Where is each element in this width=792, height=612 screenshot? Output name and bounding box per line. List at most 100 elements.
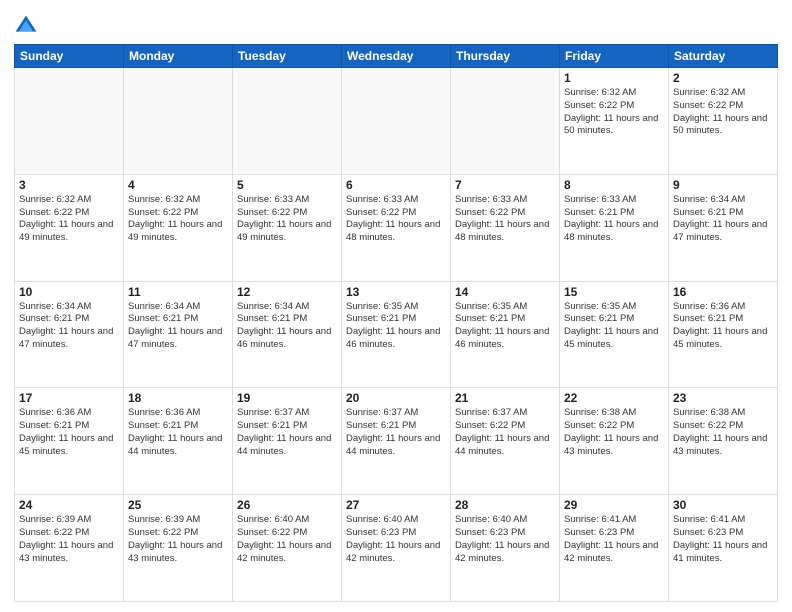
day-number: 14 xyxy=(455,285,555,299)
day-info: Sunrise: 6:33 AM Sunset: 6:21 PM Dayligh… xyxy=(564,194,664,245)
weekday-header-sunday: Sunday xyxy=(15,45,124,68)
day-number: 26 xyxy=(237,498,337,512)
day-number: 30 xyxy=(673,498,773,512)
calendar-cell: 5 Sunrise: 6:33 AM Sunset: 6:22 PM Daylig… xyxy=(233,174,342,281)
day-info: Sunrise: 6:34 AM Sunset: 6:21 PM Dayligh… xyxy=(128,301,228,352)
calendar-cell: 24Sunrise: 6:39 AM Sunset: 6:22 PM Dayli… xyxy=(15,495,124,602)
day-number: 5 xyxy=(237,178,337,192)
calendar-cell: 26 Sunrise: 6:40 AM Sunset: 6:22 PM Dayli… xyxy=(233,495,342,602)
day-info: Sunrise: 6:34 AM Sunset: 6:21 PM Dayligh… xyxy=(19,301,119,352)
day-info: Sunrise: 6:32 AM Sunset: 6:22 PM Dayligh… xyxy=(673,87,773,138)
day-info: Sunrise: 6:37 AM Sunset: 6:22 PM Dayligh… xyxy=(455,407,555,458)
day-number: 27 xyxy=(346,498,446,512)
day-number: 3 xyxy=(19,178,119,192)
day-info: Sunrise: 6:38 AM Sunset: 6:22 PM Dayligh… xyxy=(673,407,773,458)
day-info: Sunrise: 6:40 AM Sunset: 6:23 PM Dayligh… xyxy=(346,514,446,565)
calendar-cell: 3 Sunrise: 6:32 AM Sunset: 6:22 PM Daylig… xyxy=(15,174,124,281)
day-number: 9 xyxy=(673,178,773,192)
calendar-cell: 21 Sunrise: 6:37 AM Sunset: 6:22 PM Dayli… xyxy=(451,388,560,495)
logo-icon xyxy=(14,14,38,38)
weekday-header-thursday: Thursday xyxy=(451,45,560,68)
day-info: Sunrise: 6:32 AM Sunset: 6:22 PM Dayligh… xyxy=(564,87,664,138)
week-row-1: 1 Sunrise: 6:32 AM Sunset: 6:22 PM Daylig… xyxy=(15,68,778,175)
day-info: Sunrise: 6:35 AM Sunset: 6:21 PM Dayligh… xyxy=(455,301,555,352)
day-info: Sunrise: 6:35 AM Sunset: 6:21 PM Dayligh… xyxy=(564,301,664,352)
day-number: 13 xyxy=(346,285,446,299)
day-number: 6 xyxy=(346,178,446,192)
calendar-cell: 16Sunrise: 6:36 AM Sunset: 6:21 PM Dayli… xyxy=(669,281,778,388)
day-number: 29 xyxy=(564,498,664,512)
day-number: 8 xyxy=(564,178,664,192)
calendar-cell xyxy=(124,68,233,175)
calendar-cell: 18 Sunrise: 6:36 AM Sunset: 6:21 PM Dayli… xyxy=(124,388,233,495)
day-info: Sunrise: 6:33 AM Sunset: 6:22 PM Dayligh… xyxy=(455,194,555,245)
weekday-header-monday: Monday xyxy=(124,45,233,68)
day-info: Sunrise: 6:34 AM Sunset: 6:21 PM Dayligh… xyxy=(237,301,337,352)
day-info: Sunrise: 6:33 AM Sunset: 6:22 PM Dayligh… xyxy=(237,194,337,245)
calendar-cell: 20 Sunrise: 6:37 AM Sunset: 6:21 PM Dayli… xyxy=(342,388,451,495)
day-info: Sunrise: 6:41 AM Sunset: 6:23 PM Dayligh… xyxy=(673,514,773,565)
weekday-header-tuesday: Tuesday xyxy=(233,45,342,68)
day-number: 21 xyxy=(455,391,555,405)
calendar-cell: 19 Sunrise: 6:37 AM Sunset: 6:21 PM Dayli… xyxy=(233,388,342,495)
calendar-cell: 9 Sunrise: 6:34 AM Sunset: 6:21 PM Daylig… xyxy=(669,174,778,281)
calendar-cell: 6 Sunrise: 6:33 AM Sunset: 6:22 PM Daylig… xyxy=(342,174,451,281)
day-info: Sunrise: 6:36 AM Sunset: 6:21 PM Dayligh… xyxy=(128,407,228,458)
calendar: SundayMondayTuesdayWednesdayThursdayFrid… xyxy=(14,44,778,602)
weekday-header-saturday: Saturday xyxy=(669,45,778,68)
page: SundayMondayTuesdayWednesdayThursdayFrid… xyxy=(0,0,792,612)
day-number: 1 xyxy=(564,71,664,85)
day-info: Sunrise: 6:32 AM Sunset: 6:22 PM Dayligh… xyxy=(19,194,119,245)
calendar-cell: 1 Sunrise: 6:32 AM Sunset: 6:22 PM Daylig… xyxy=(560,68,669,175)
header xyxy=(14,10,778,38)
day-info: Sunrise: 6:35 AM Sunset: 6:21 PM Dayligh… xyxy=(346,301,446,352)
calendar-cell: 13 Sunrise: 6:35 AM Sunset: 6:21 PM Dayli… xyxy=(342,281,451,388)
calendar-cell: 8 Sunrise: 6:33 AM Sunset: 6:21 PM Daylig… xyxy=(560,174,669,281)
weekday-header-row: SundayMondayTuesdayWednesdayThursdayFrid… xyxy=(15,45,778,68)
day-number: 7 xyxy=(455,178,555,192)
day-info: Sunrise: 6:40 AM Sunset: 6:23 PM Dayligh… xyxy=(455,514,555,565)
week-row-4: 17 Sunrise: 6:36 AM Sunset: 6:21 PM Dayli… xyxy=(15,388,778,495)
calendar-cell: 14 Sunrise: 6:35 AM Sunset: 6:21 PM Dayli… xyxy=(451,281,560,388)
day-info: Sunrise: 6:34 AM Sunset: 6:21 PM Dayligh… xyxy=(673,194,773,245)
calendar-cell: 10 Sunrise: 6:34 AM Sunset: 6:21 PM Dayli… xyxy=(15,281,124,388)
day-number: 23 xyxy=(673,391,773,405)
week-row-5: 24Sunrise: 6:39 AM Sunset: 6:22 PM Dayli… xyxy=(15,495,778,602)
weekday-header-friday: Friday xyxy=(560,45,669,68)
calendar-cell: 7 Sunrise: 6:33 AM Sunset: 6:22 PM Daylig… xyxy=(451,174,560,281)
day-info: Sunrise: 6:36 AM Sunset: 6:21 PM Dayligh… xyxy=(19,407,119,458)
calendar-cell: 2 Sunrise: 6:32 AM Sunset: 6:22 PM Daylig… xyxy=(669,68,778,175)
calendar-cell: 30 Sunrise: 6:41 AM Sunset: 6:23 PM Dayli… xyxy=(669,495,778,602)
logo xyxy=(14,14,42,38)
day-number: 18 xyxy=(128,391,228,405)
day-number: 4 xyxy=(128,178,228,192)
day-number: 20 xyxy=(346,391,446,405)
calendar-cell: 17 Sunrise: 6:36 AM Sunset: 6:21 PM Dayli… xyxy=(15,388,124,495)
day-info: Sunrise: 6:32 AM Sunset: 6:22 PM Dayligh… xyxy=(128,194,228,245)
day-info: Sunrise: 6:33 AM Sunset: 6:22 PM Dayligh… xyxy=(346,194,446,245)
week-row-3: 10 Sunrise: 6:34 AM Sunset: 6:21 PM Dayli… xyxy=(15,281,778,388)
calendar-cell xyxy=(15,68,124,175)
calendar-cell: 29Sunrise: 6:41 AM Sunset: 6:23 PM Dayli… xyxy=(560,495,669,602)
day-number: 19 xyxy=(237,391,337,405)
calendar-cell: 11Sunrise: 6:34 AM Sunset: 6:21 PM Dayli… xyxy=(124,281,233,388)
weekday-header-wednesday: Wednesday xyxy=(342,45,451,68)
day-number: 28 xyxy=(455,498,555,512)
day-info: Sunrise: 6:37 AM Sunset: 6:21 PM Dayligh… xyxy=(346,407,446,458)
calendar-cell xyxy=(451,68,560,175)
day-number: 25 xyxy=(128,498,228,512)
calendar-cell: 25 Sunrise: 6:39 AM Sunset: 6:22 PM Dayli… xyxy=(124,495,233,602)
day-info: Sunrise: 6:37 AM Sunset: 6:21 PM Dayligh… xyxy=(237,407,337,458)
day-info: Sunrise: 6:38 AM Sunset: 6:22 PM Dayligh… xyxy=(564,407,664,458)
calendar-cell: 15Sunrise: 6:35 AM Sunset: 6:21 PM Dayli… xyxy=(560,281,669,388)
day-info: Sunrise: 6:39 AM Sunset: 6:22 PM Dayligh… xyxy=(128,514,228,565)
day-number: 22 xyxy=(564,391,664,405)
day-info: Sunrise: 6:40 AM Sunset: 6:22 PM Dayligh… xyxy=(237,514,337,565)
calendar-cell: 27 Sunrise: 6:40 AM Sunset: 6:23 PM Dayli… xyxy=(342,495,451,602)
week-row-2: 3 Sunrise: 6:32 AM Sunset: 6:22 PM Daylig… xyxy=(15,174,778,281)
day-number: 10 xyxy=(19,285,119,299)
day-number: 2 xyxy=(673,71,773,85)
day-number: 12 xyxy=(237,285,337,299)
day-number: 17 xyxy=(19,391,119,405)
calendar-cell: 22 Sunrise: 6:38 AM Sunset: 6:22 PM Dayli… xyxy=(560,388,669,495)
